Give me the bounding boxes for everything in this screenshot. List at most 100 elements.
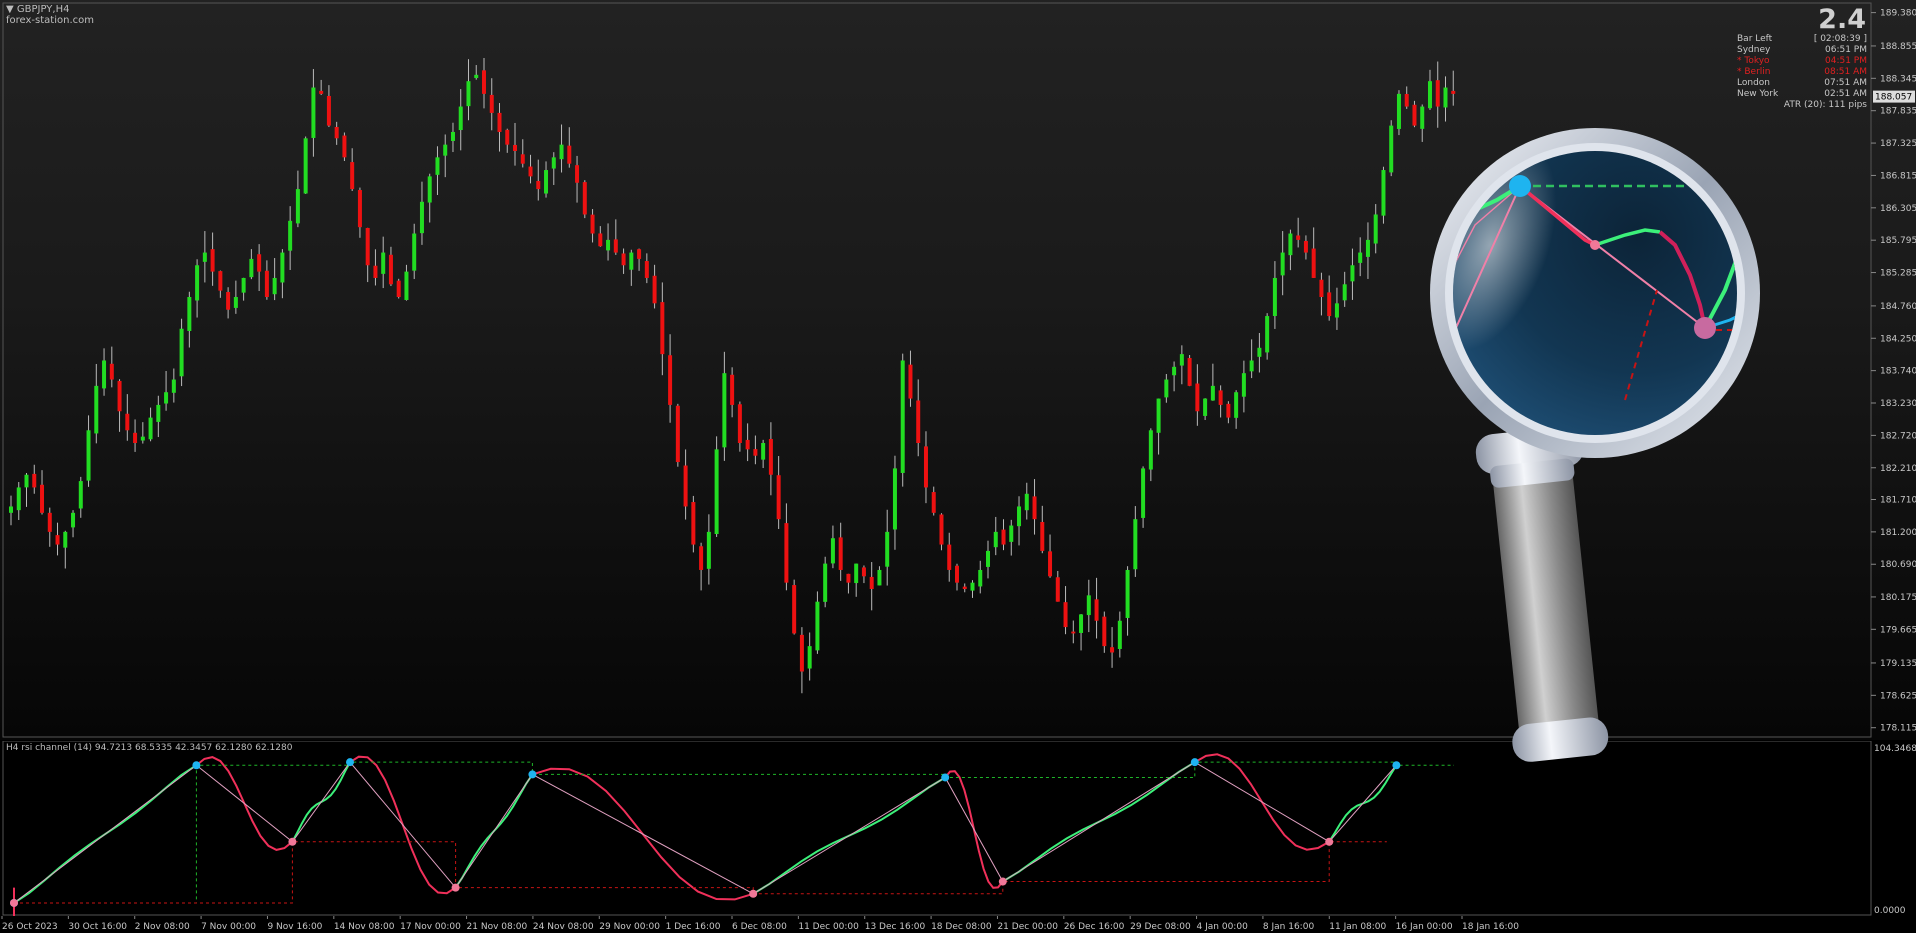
candle-body (1141, 468, 1146, 518)
rsi-channel-line (14, 841, 1387, 904)
symbol-label: ▼ GBPJPY,H4 forex-station.com (6, 4, 94, 26)
candle-body (365, 227, 370, 266)
spread-value: 2.4 (1818, 4, 1866, 35)
candle-body (900, 360, 905, 473)
candle-body (792, 585, 797, 634)
candle-body (109, 363, 114, 380)
candle-body (567, 145, 572, 164)
candle-body (1001, 529, 1006, 545)
date-tick-label: 7 Nov 00:00 (201, 922, 256, 932)
candle-body (164, 392, 169, 404)
dropdown-arrow-icon[interactable]: ▼ (6, 4, 14, 15)
candle-body (156, 404, 161, 422)
candle-body (954, 565, 959, 583)
date-tick-label: 24 Nov 08:00 (533, 922, 594, 932)
candle-body (916, 400, 921, 443)
candle-body (629, 252, 634, 270)
candle-body (815, 601, 820, 651)
candle-body (388, 254, 393, 285)
candle-body (450, 131, 455, 141)
site-text: forex-station.com (6, 15, 94, 26)
candle-body (489, 94, 494, 113)
candle-body (1079, 614, 1084, 633)
candle-body (233, 297, 238, 308)
candle-body (9, 506, 13, 513)
candle-body (660, 302, 665, 355)
candle-body (1257, 347, 1262, 357)
candle-body (613, 239, 618, 253)
candle-body (513, 144, 518, 151)
candle-body (1265, 316, 1270, 353)
info-value: 06:51 PM (1825, 45, 1867, 55)
candle-body (551, 157, 556, 169)
price-tick-label: 186.815 (1880, 171, 1916, 181)
candle-body (993, 531, 998, 548)
candle-body (1358, 252, 1363, 263)
candle-body (830, 538, 835, 564)
rsi-peak-dot (346, 758, 354, 767)
candle-body (427, 176, 432, 203)
candle-body (1148, 430, 1153, 470)
price-tick-label: 189.380 (1880, 9, 1916, 19)
price-tick-label: 183.740 (1880, 367, 1916, 377)
candle-body (582, 182, 587, 215)
candle-body (1280, 252, 1285, 276)
candle-body (1024, 493, 1029, 511)
candle-body (1288, 233, 1293, 256)
price-tick-label: 182.210 (1880, 464, 1916, 474)
date-tick-label: 9 Nov 16:00 (267, 922, 322, 932)
candle-body (466, 81, 471, 107)
candle-body (1311, 248, 1316, 278)
rsi-scale-bottom: 0.0000 (1874, 906, 1906, 916)
candle-body (288, 220, 293, 251)
candle-body (606, 239, 611, 251)
candle-body (78, 481, 83, 509)
candle-body (1063, 602, 1068, 628)
info-value: 07:51 AM (1824, 78, 1867, 88)
info-row: Sydney 06:51 PM (1737, 45, 1867, 56)
zigzag-line (13, 761, 1397, 904)
candle-body (520, 154, 525, 164)
rsi-peak-dot (192, 761, 201, 770)
candle-body (1373, 214, 1378, 244)
rsi-trough-dot (451, 883, 460, 892)
candle-body (1210, 385, 1215, 401)
date-tick-label: 30 Oct 16:00 (68, 922, 127, 932)
candle-body (1187, 357, 1192, 386)
candle-body (1110, 647, 1115, 653)
candle-body (776, 475, 781, 520)
candle-body (544, 170, 549, 194)
candle-body (986, 550, 991, 567)
candle-body (1334, 303, 1339, 318)
date-axis: 26 Oct 2023 30 Oct 16:00 2 Nov 08:00 7 Nov … (0, 916, 1916, 933)
candle-body (931, 492, 936, 513)
candle-body (497, 112, 502, 132)
date-tick-label: 2 Nov 08:00 (135, 922, 190, 932)
candle-body (458, 106, 463, 131)
candle-body (885, 531, 890, 567)
candle-body (102, 360, 107, 389)
price-tick-label: 187.325 (1880, 139, 1916, 149)
date-tick-label: 26 Dec 16:00 (1064, 922, 1125, 932)
rsi-trough-dot (749, 889, 758, 898)
price-tick-label: 186.305 (1880, 204, 1916, 214)
candle-body (1133, 519, 1138, 570)
candle-body (768, 438, 773, 475)
price-tick-label: 179.665 (1880, 625, 1916, 635)
candle-body (939, 514, 944, 545)
candle-body (1017, 506, 1022, 527)
candle-body (311, 87, 316, 138)
date-tick-label: 4 Jan 00:00 (1197, 922, 1249, 932)
info-value: 04:51 PM (1825, 56, 1867, 66)
price-tick-label: 178.625 (1880, 691, 1916, 701)
candle-body (1055, 577, 1060, 602)
price-tick-label: 184.760 (1880, 302, 1916, 312)
candle-body (1342, 284, 1347, 301)
candle-body (381, 252, 386, 274)
candle-body (908, 364, 913, 399)
candle-body (280, 252, 285, 283)
candle-body (1296, 235, 1301, 240)
candle-body (24, 474, 29, 488)
candle-body (923, 446, 928, 488)
candle-body (652, 275, 657, 304)
